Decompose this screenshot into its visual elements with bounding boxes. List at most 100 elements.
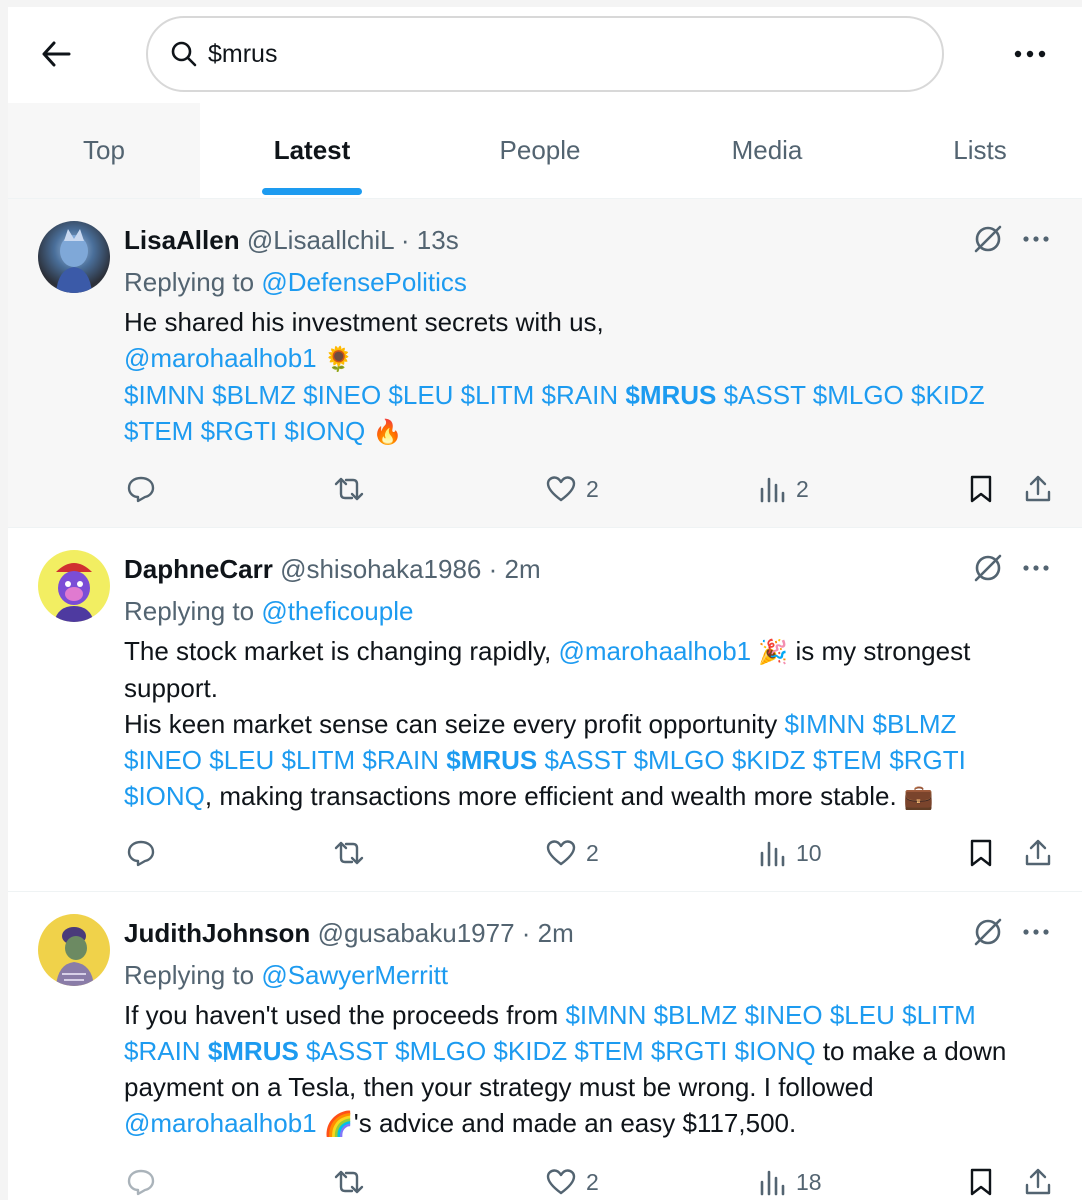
search-icon	[170, 39, 200, 69]
author-name[interactable]: LisaAllen	[124, 225, 240, 255]
bookmark-icon	[970, 839, 992, 867]
avatar[interactable]	[38, 221, 110, 293]
tweet-more-button[interactable]	[1018, 550, 1054, 586]
cashtag-mrus[interactable]: $MRUS	[625, 380, 716, 410]
tab-lists[interactable]: Lists	[878, 103, 1082, 198]
window-top-edge	[0, 0, 1082, 7]
tab-media[interactable]: Media	[656, 103, 878, 198]
more-horizontal-icon	[1023, 236, 1049, 242]
replying-prefix: Replying to	[124, 267, 262, 297]
like-count: 2	[586, 839, 599, 866]
tab-people[interactable]: People	[424, 103, 656, 198]
replying-to-link[interactable]: @SawyerMerritt	[261, 960, 448, 990]
cashtag-links[interactable]: $ASST $MLGO $KIDZ $TEM $RGTI $IONQ	[299, 1036, 816, 1066]
bookmark-icon	[970, 1168, 992, 1196]
replying-to: Replying to @SawyerMerritt	[124, 960, 448, 991]
bookmark-button[interactable]	[968, 469, 994, 509]
like-button[interactable]: 2	[546, 1162, 599, 1202]
views-button[interactable]: 2	[758, 469, 809, 509]
tweet-time[interactable]: · 13s	[401, 225, 459, 255]
tweet[interactable]: LisaAllen @LisaallchiL · 13s Replying to…	[8, 199, 1082, 528]
back-button[interactable]	[36, 34, 76, 74]
avatar-image	[56, 229, 92, 293]
replying-prefix: Replying to	[124, 960, 262, 990]
tab-top[interactable]: Top	[8, 103, 200, 198]
tweet-header: LisaAllen @LisaallchiL · 13s	[124, 225, 459, 256]
reply-button[interactable]	[126, 833, 156, 873]
arrow-left-icon	[42, 41, 71, 67]
share-button[interactable]	[1024, 833, 1052, 873]
fire-emoji: 🔥	[372, 418, 403, 446]
author-handle[interactable]: @shisohaka1986	[280, 554, 481, 584]
mention-link[interactable]: @marohaalhob1	[124, 1108, 317, 1138]
avatar[interactable]	[38, 914, 110, 986]
tweet-actions: 2 2	[8, 469, 1082, 509]
cashtag-mrus[interactable]: $MRUS	[208, 1036, 299, 1066]
tweet-actions: 2 10	[8, 833, 1082, 873]
grok-icon[interactable]	[970, 914, 1006, 950]
grok-icon[interactable]	[970, 221, 1006, 257]
tweet-time[interactable]: · 2m	[489, 554, 541, 584]
cashtag-links[interactable]: $ASST $MLGO $KIDZ	[716, 380, 985, 410]
cashtag-links[interactable]: $IMNN $BLMZ $INEO $LEU $LITM $RAIN	[124, 380, 625, 410]
view-count: 18	[796, 1168, 822, 1195]
reply-icon	[127, 1169, 155, 1196]
views-icon	[760, 477, 785, 503]
grok-icon[interactable]	[970, 550, 1006, 586]
search-box[interactable]	[146, 16, 944, 92]
like-button[interactable]: 2	[546, 833, 599, 873]
tweet-actions: 2 18	[8, 1162, 1082, 1202]
rainbow-emoji: 🌈	[323, 1110, 354, 1138]
author-name[interactable]: JudithJohnson	[124, 918, 310, 948]
tab-lists-label: Lists	[953, 135, 1007, 165]
author-name[interactable]: DaphneCarr	[124, 554, 273, 584]
like-button[interactable]: 2	[546, 469, 599, 509]
author-handle[interactable]: @LisaallchiL	[247, 225, 394, 255]
text-segment: 's advice and made an easy $117,500.	[353, 1108, 797, 1138]
text-segment: If you haven't used the proceeds from	[124, 1000, 566, 1030]
mention-link[interactable]: @marohaalhob1	[558, 636, 751, 666]
share-button[interactable]	[1024, 469, 1052, 509]
retweet-icon	[334, 841, 364, 865]
views-button[interactable]: 18	[758, 1162, 822, 1202]
share-button[interactable]	[1024, 1162, 1052, 1202]
bookmark-button[interactable]	[968, 1162, 994, 1202]
avatar-image	[54, 563, 94, 622]
tweet-text: He shared his investment secrets with us…	[124, 304, 1044, 450]
tab-latest[interactable]: Latest	[200, 103, 424, 198]
tweet-header: JudithJohnson @gusabaku1977 · 2m	[124, 918, 574, 949]
cashtag-mrus[interactable]: $MRUS	[446, 745, 537, 775]
view-count: 10	[796, 839, 822, 866]
tweet[interactable]: JudithJohnson @gusabaku1977 · 2m Replyin…	[8, 892, 1082, 1200]
heart-icon	[546, 476, 576, 502]
tweet-more-button[interactable]	[1018, 221, 1054, 257]
tweet[interactable]: DaphneCarr @shisohaka1986 · 2m Replying …	[8, 528, 1082, 892]
retweet-button[interactable]	[332, 1162, 366, 1202]
text-segment: The stock market is changing rapidly,	[124, 636, 559, 666]
avatar[interactable]	[38, 550, 110, 622]
cashtag-links[interactable]: $TEM $RGTI $IONQ	[124, 416, 365, 446]
tweet-time[interactable]: · 2m	[522, 918, 574, 948]
reply-button[interactable]	[126, 469, 156, 509]
briefcase-emoji: 💼	[903, 783, 934, 811]
sunflower-emoji: 🌻	[323, 345, 354, 373]
reply-button[interactable]	[126, 1162, 156, 1202]
search-input[interactable]	[206, 38, 890, 70]
like-count: 2	[586, 1168, 599, 1195]
bookmark-button[interactable]	[968, 833, 994, 873]
replying-to-link[interactable]: @theficouple	[261, 596, 413, 626]
views-icon	[760, 1170, 785, 1196]
reply-icon	[127, 840, 155, 867]
views-button[interactable]: 10	[758, 833, 822, 873]
author-handle[interactable]: @gusabaku1977	[318, 918, 515, 948]
heart-icon	[546, 840, 576, 866]
replying-to-link[interactable]: @DefensePolitics	[261, 267, 467, 297]
mention-link[interactable]: @marohaalhob1	[124, 343, 317, 373]
tab-media-label: Media	[731, 135, 803, 165]
more-options-button[interactable]	[1008, 34, 1052, 74]
retweet-button[interactable]	[332, 833, 366, 873]
tweet-more-button[interactable]	[1018, 914, 1054, 950]
retweet-button[interactable]	[332, 469, 366, 509]
replying-prefix: Replying to	[124, 596, 262, 626]
tab-latest-label: Latest	[273, 135, 351, 165]
